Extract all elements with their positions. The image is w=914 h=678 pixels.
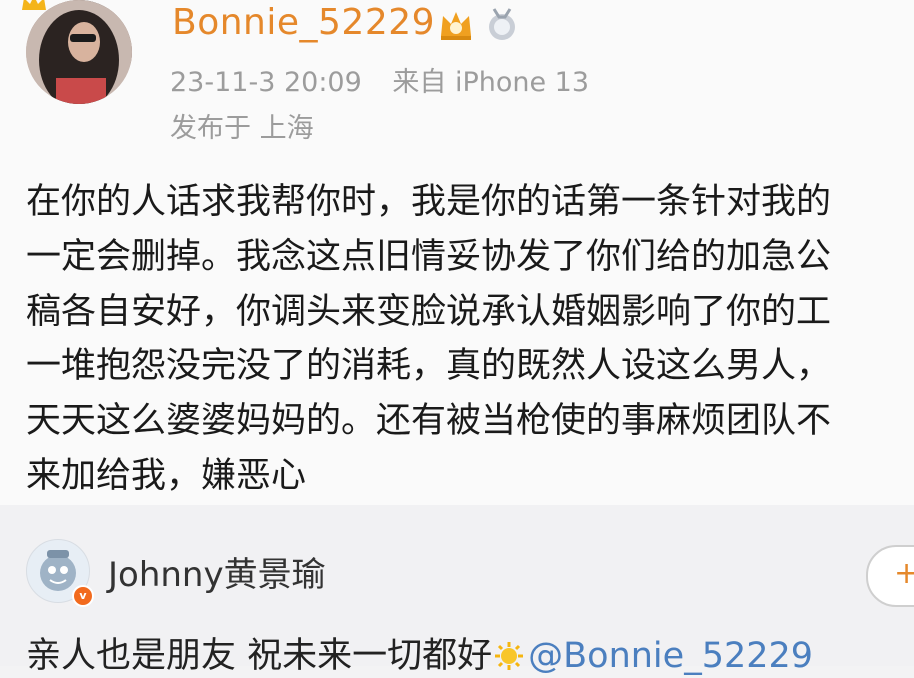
user-avatar[interactable] xyxy=(26,0,132,104)
post-timestamp: 23-11-3 20:09 xyxy=(170,67,362,98)
post-content: 在你的人话求我帮你时，我是你的话第一条针对我的 一定会删掉。我念这点旧情妥协发了… xyxy=(26,175,914,504)
post-location: 发布于 上海 xyxy=(170,113,314,144)
comment-item: v Johnny黄景瑜 + 亲人也是朋友 祝未来一切都好 @Bonnie_522… xyxy=(0,505,914,676)
post-line: 一定会删掉。我念这点旧情妥协发了你们给的加急公 xyxy=(26,236,832,277)
medal-icon xyxy=(489,8,515,40)
comment-text: 亲人也是朋友 祝未来一切都好 @Bonnie_52229 xyxy=(26,627,813,678)
commenter-name[interactable]: Johnny黄景瑜 xyxy=(108,547,326,596)
mention-link[interactable]: @Bonnie_52229 xyxy=(528,636,813,676)
post-meta: 23-11-3 20:09 来自 iPhone 13 xyxy=(170,60,611,99)
post-line: 天天这么婆婆妈妈的。还有被当枪使的事麻烦团队不 xyxy=(26,401,832,442)
comment-body: 亲人也是朋友 祝未来一切都好 xyxy=(26,636,493,676)
sun-emoji-icon xyxy=(495,642,524,670)
vip-crown-icon xyxy=(441,12,471,40)
post-source: 来自 iPhone 13 xyxy=(392,67,590,98)
verified-badge-icon: v xyxy=(72,585,94,607)
weibo-post: Bonnie_52229 23-11-3 20:09 来自 iPhone 13 … xyxy=(0,0,914,505)
post-line: 一堆抱怨没完没了的消耗，真的既然人设这么男人， xyxy=(26,346,832,387)
post-username[interactable]: Bonnie_52229 xyxy=(172,2,435,43)
post-line: 来加给我，嫌恶心 xyxy=(26,455,307,496)
crown-badge-icon xyxy=(22,0,46,10)
post-line: 在你的人话求我帮你时，我是你的话第一条针对我的 xyxy=(26,182,832,222)
follow-button[interactable]: + xyxy=(866,545,914,607)
post-line: 稿各自安好，你调头来变脸说承认婚姻影响了你的工 xyxy=(26,291,832,332)
